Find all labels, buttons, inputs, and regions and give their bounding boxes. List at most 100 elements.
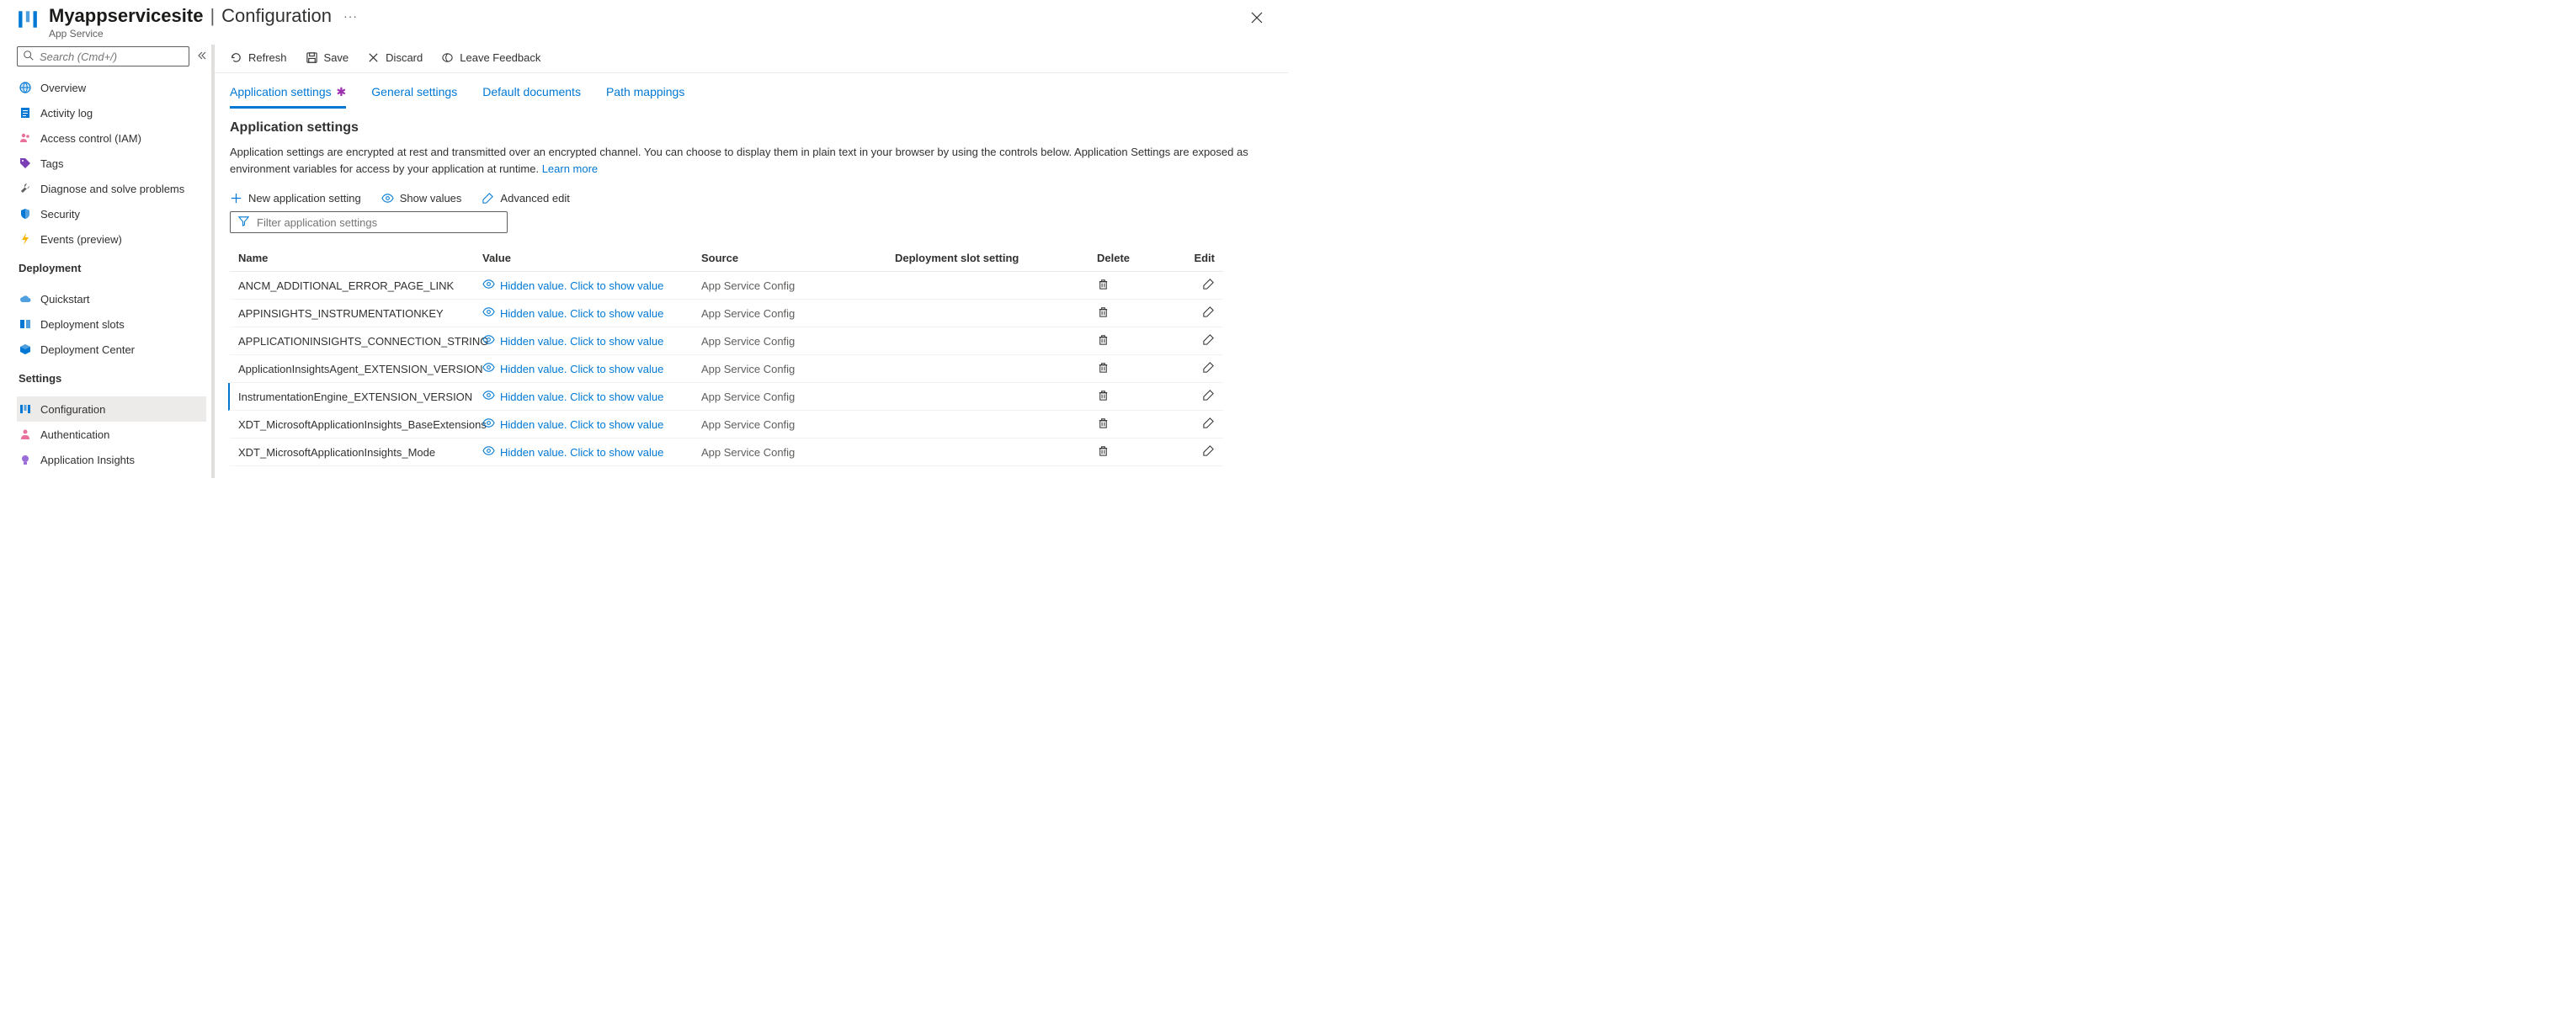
filter-icon [237, 215, 250, 230]
delete-button[interactable] [1097, 336, 1110, 348]
cloud-icon [19, 292, 32, 306]
nav-label: Security [40, 208, 80, 221]
globe-icon [19, 81, 32, 94]
refresh-button[interactable]: Refresh [230, 51, 287, 64]
wrench-icon [19, 182, 32, 195]
nav-label: Diagnose and solve problems [40, 183, 184, 195]
more-actions-button[interactable]: ··· [343, 9, 358, 23]
show-value-link[interactable]: Hidden value. Click to show value [482, 389, 701, 404]
table-row: ANCM_ADDITIONAL_ERROR_PAGE_LINKHidden va… [230, 272, 1223, 300]
delete-button[interactable] [1097, 308, 1110, 321]
nav-label: Tags [40, 157, 63, 170]
advanced-edit-button[interactable]: Advanced edit [482, 192, 569, 205]
eye-icon [482, 278, 495, 293]
close-button[interactable] [1243, 5, 1271, 33]
edit-button[interactable] [1202, 364, 1215, 376]
tab-default-documents[interactable]: Default documents [482, 85, 581, 109]
filter-box[interactable] [230, 211, 508, 233]
show-values-button[interactable]: Show values [381, 192, 462, 205]
nav-item-application-insights[interactable]: Application Insights [17, 447, 206, 472]
learn-more-link[interactable]: Learn more [542, 162, 598, 175]
sidebar-search[interactable] [17, 46, 189, 66]
nav-label: Overview [40, 82, 86, 94]
nav-item-deployment-center[interactable]: Deployment Center [17, 337, 206, 362]
nav-item-tags[interactable]: Tags [17, 151, 206, 176]
shield-icon [19, 207, 32, 221]
page-title-main: Myappservicesite [49, 5, 203, 27]
tag-icon [19, 157, 32, 170]
delete-button[interactable] [1097, 280, 1110, 293]
nav-item-access-control-iam-[interactable]: Access control (IAM) [17, 125, 206, 151]
edit-button[interactable] [1202, 336, 1215, 348]
refresh-label: Refresh [248, 51, 287, 64]
page-title-section: Configuration [221, 5, 332, 27]
people-icon [19, 131, 32, 145]
nav-label: Configuration [40, 403, 105, 416]
section-deployment: Deployment [17, 252, 206, 278]
setting-name: XDT_MicrosoftApplicationInsights_BaseExt… [238, 418, 482, 431]
save-label: Save [324, 51, 349, 64]
table-row: XDT_MicrosoftApplicationInsights_BaseExt… [230, 411, 1223, 439]
nav-label: Deployment slots [40, 318, 125, 331]
nav-item-authentication[interactable]: Authentication [17, 422, 206, 447]
tabs: Application settings ✱ General settings De… [215, 73, 1288, 109]
delete-button[interactable] [1097, 447, 1110, 460]
section-description: Application settings are encrypted at re… [230, 144, 1273, 177]
setting-source: App Service Config [701, 391, 895, 403]
show-value-link[interactable]: Hidden value. Click to show value [482, 333, 701, 348]
page-header: Myappservicesite | Configuration ··· App… [0, 0, 1288, 45]
package-icon [19, 343, 32, 356]
setting-name: ApplicationInsightsAgent_EXTENSION_VERSI… [238, 363, 482, 375]
nav-item-quickstart[interactable]: Quickstart [17, 286, 206, 311]
discard-button[interactable]: Discard [367, 51, 423, 64]
nav-label: Quickstart [40, 293, 90, 306]
save-button[interactable]: Save [306, 51, 349, 64]
log-icon [19, 106, 32, 120]
show-value-link[interactable]: Hidden value. Click to show value [482, 417, 701, 432]
nav-item-security[interactable]: Security [17, 201, 206, 226]
filter-input[interactable] [257, 216, 500, 229]
search-input[interactable] [40, 50, 184, 63]
delete-button[interactable] [1097, 391, 1110, 404]
nav-item-configuration[interactable]: Configuration [17, 396, 206, 422]
app-service-icon [17, 5, 39, 33]
eye-icon [482, 417, 495, 432]
edit-button[interactable] [1202, 308, 1215, 321]
feedback-button[interactable]: Leave Feedback [441, 51, 540, 64]
edit-button[interactable] [1202, 280, 1215, 293]
table-row: APPINSIGHTS_INSTRUMENTATIONKEYHidden val… [230, 300, 1223, 327]
edit-button[interactable] [1202, 447, 1215, 460]
tab-path-mappings[interactable]: Path mappings [606, 85, 684, 109]
nav-main: Overview Activity logAccess control (IAM)… [17, 75, 206, 252]
nav-label: Application Insights [40, 454, 135, 466]
setting-name: InstrumentationEngine_EXTENSION_VERSION [238, 391, 482, 403]
setting-name: APPINSIGHTS_INSTRUMENTATIONKEY [238, 307, 482, 320]
tab-general-settings[interactable]: General settings [371, 85, 457, 109]
edit-button[interactable] [1202, 419, 1215, 432]
nav-item-diagnose-and-solve-problems[interactable]: Diagnose and solve problems [17, 176, 206, 201]
feedback-label: Leave Feedback [460, 51, 540, 64]
show-value-link[interactable]: Hidden value. Click to show value [482, 278, 701, 293]
delete-button[interactable] [1097, 364, 1110, 376]
nav-label: Events (preview) [40, 233, 122, 246]
main-content: Refresh Save Discard Leave Feedback Appl… [215, 45, 1288, 478]
nav-item-overview[interactable]: Overview [17, 75, 206, 100]
collapse-sidebar-button[interactable] [196, 50, 206, 63]
new-setting-button[interactable]: New application setting [230, 192, 361, 205]
show-value-link[interactable]: Hidden value. Click to show value [482, 306, 701, 321]
nav-item-deployment-slots[interactable]: Deployment slots [17, 311, 206, 337]
nav-item-activity-log[interactable]: Activity log [17, 100, 206, 125]
eye-icon [482, 306, 495, 321]
bolt-icon [19, 232, 32, 246]
setting-source: App Service Config [701, 363, 895, 375]
edit-button[interactable] [1202, 391, 1215, 404]
show-value-link[interactable]: Hidden value. Click to show value [482, 444, 701, 460]
nav-item-events-preview-[interactable]: Events (preview) [17, 226, 206, 252]
new-setting-label: New application setting [248, 192, 361, 205]
user-icon [19, 428, 32, 441]
tab-application-settings[interactable]: Application settings ✱ [230, 85, 346, 109]
setting-source: App Service Config [701, 335, 895, 348]
show-value-link[interactable]: Hidden value. Click to show value [482, 361, 701, 376]
col-source: Source [701, 252, 895, 264]
delete-button[interactable] [1097, 419, 1110, 432]
